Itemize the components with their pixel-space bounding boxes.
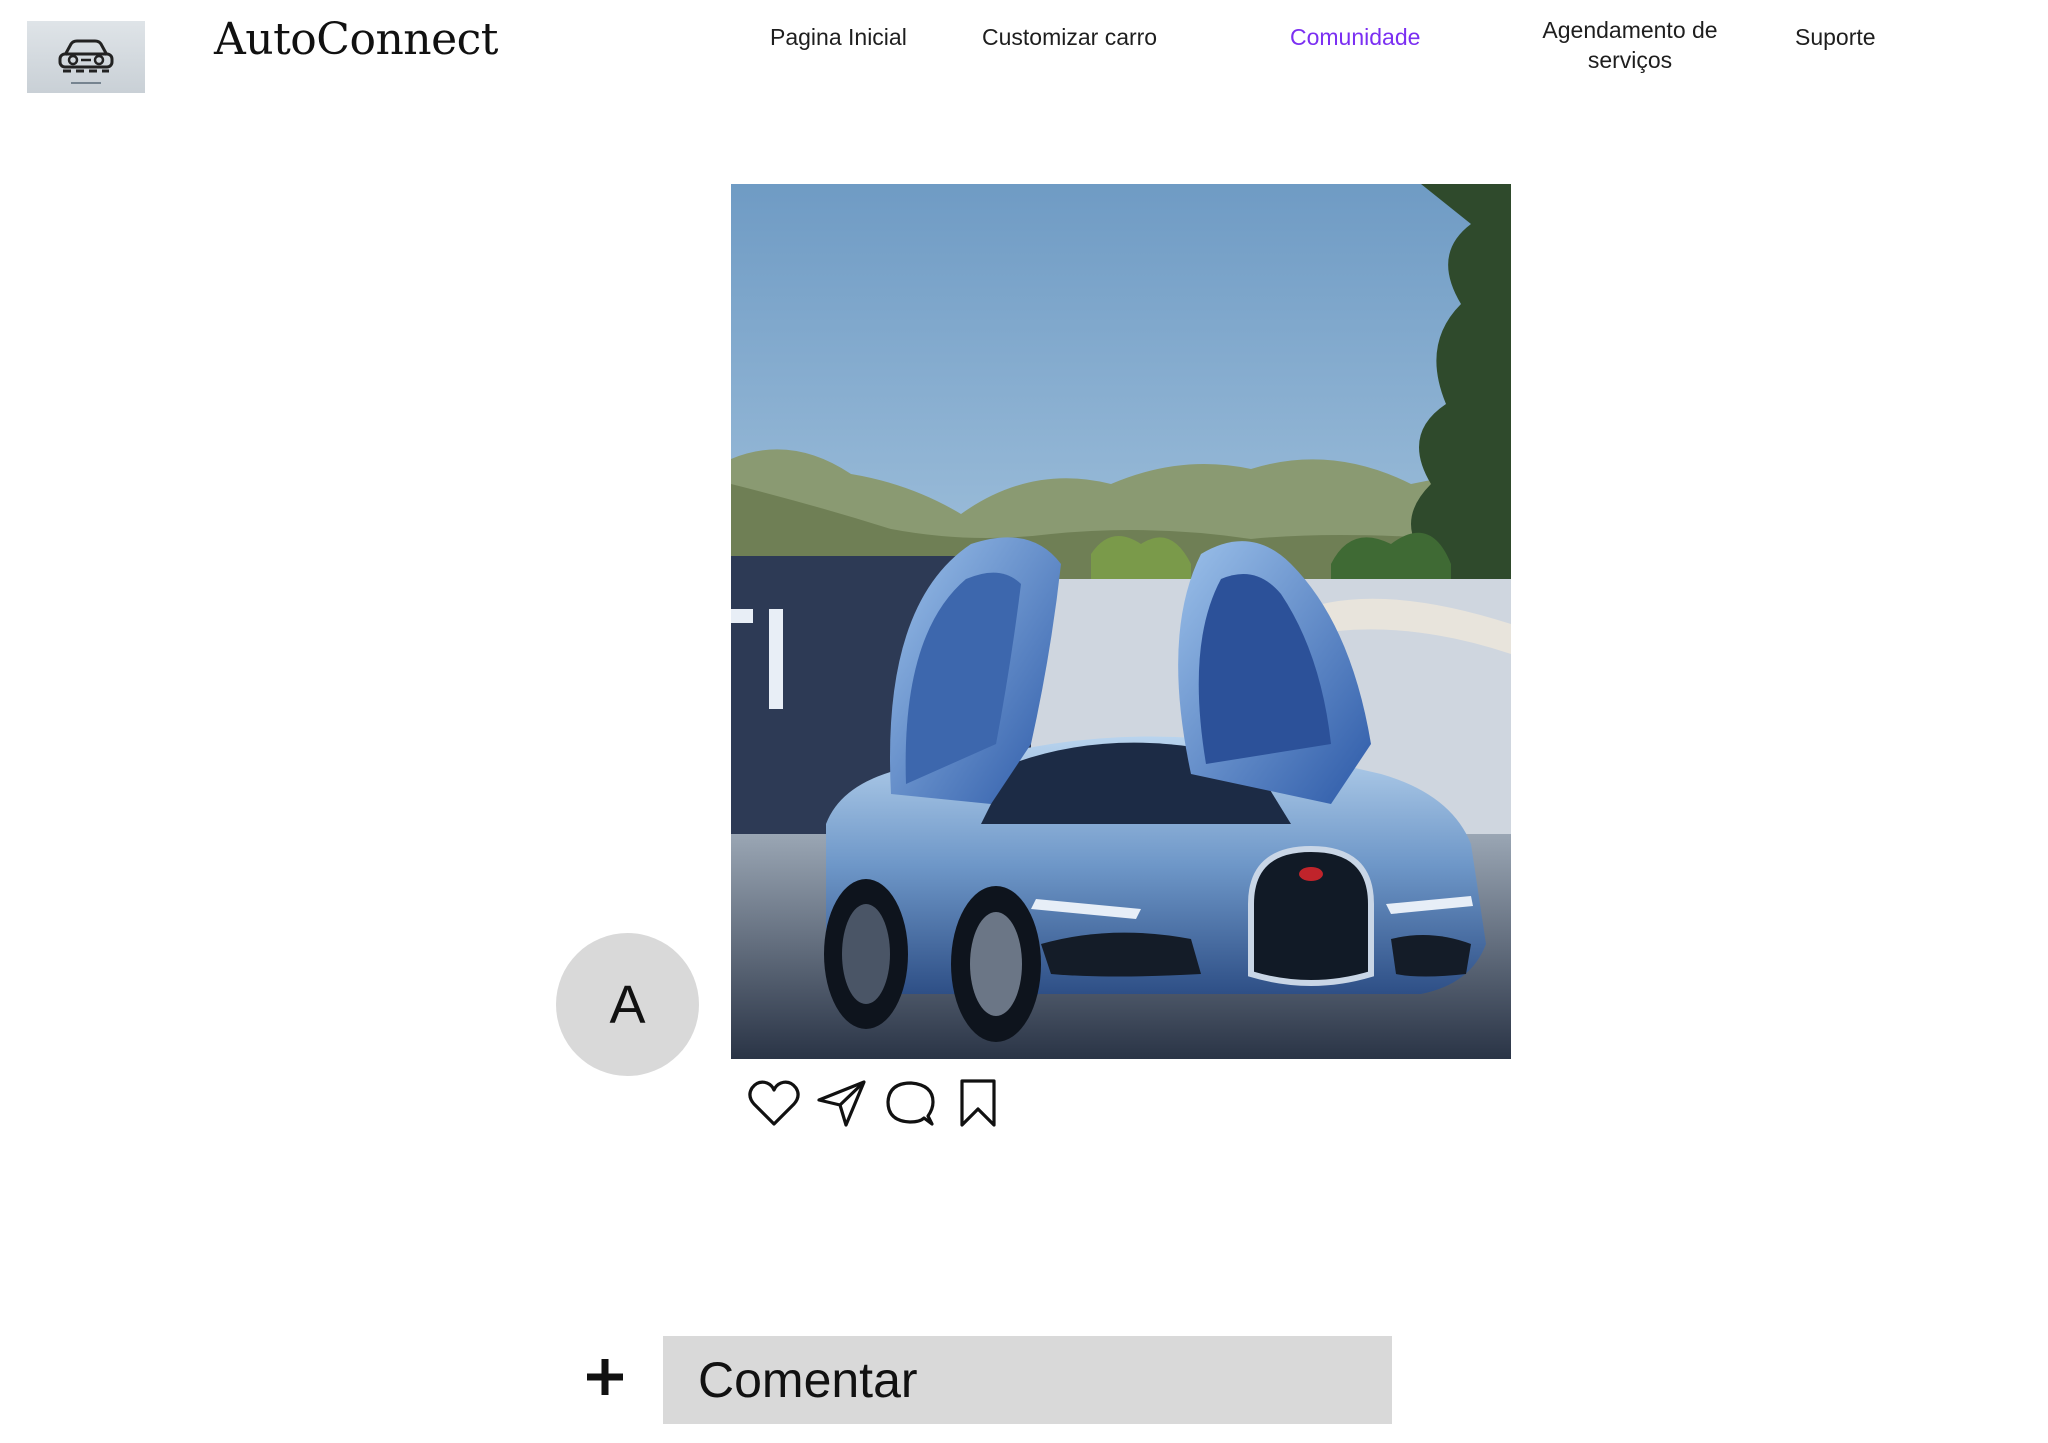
post-image[interactable] [731, 184, 1511, 1059]
plus-icon [587, 1359, 623, 1395]
comment-icon [886, 1081, 935, 1126]
nav-item-comunidade[interactable]: Comunidade [1290, 22, 1420, 52]
nav-item-pagina-inicial[interactable]: Pagina Inicial [770, 22, 907, 52]
bookmark-icon [960, 1079, 996, 1127]
share-button[interactable] [813, 1075, 871, 1131]
nav-item-customizar-carro[interactable]: Customizar carro [982, 22, 1157, 52]
like-button[interactable] [745, 1075, 803, 1131]
send-icon [817, 1080, 866, 1127]
brand-name[interactable]: AutoConnect [214, 14, 498, 65]
add-comment-button[interactable] [580, 1352, 630, 1402]
car-photo [731, 184, 1511, 1059]
avatar[interactable]: A [556, 933, 699, 1076]
car-icon [58, 39, 114, 84]
save-button[interactable] [949, 1075, 1007, 1131]
post-actions [745, 1075, 1007, 1131]
nav-item-agendamento[interactable]: Agendamento de serviços [1540, 15, 1720, 75]
comment-input[interactable]: Comentar [663, 1336, 1392, 1424]
heart-icon [748, 1080, 800, 1126]
logo[interactable] [27, 21, 145, 93]
nav-item-suporte[interactable]: Suporte [1795, 22, 1876, 52]
comment-button[interactable] [881, 1075, 939, 1131]
